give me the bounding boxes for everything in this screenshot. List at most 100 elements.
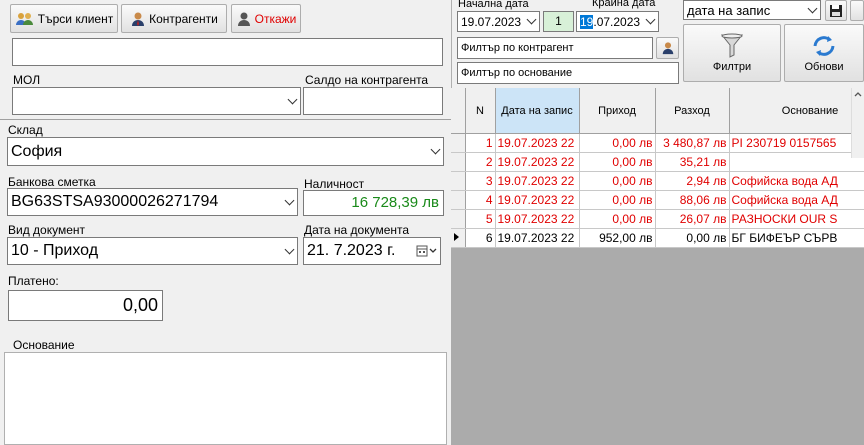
mol-select[interactable] [12, 87, 301, 115]
column-header-income[interactable]: Приход [579, 88, 656, 134]
reason-textarea[interactable] [4, 352, 447, 445]
cell-date[interactable]: 19.07.2023 22 [495, 228, 580, 248]
cell-income[interactable]: 0,00 лв [579, 209, 656, 229]
chevron-down-icon [804, 1, 820, 19]
table-header: N Дата на запис Приход Разход Основание [451, 88, 864, 134]
cell-reason[interactable]: БГ БИФЕЪР СЪРВ [729, 228, 864, 248]
extra-button[interactable] [850, 0, 864, 21]
row-header[interactable] [451, 190, 466, 210]
availability-label: Наличност [304, 177, 365, 191]
cell-expense[interactable]: 26,07 лв [655, 209, 730, 229]
filter-button[interactable]: Филтри [683, 24, 781, 82]
reason-label: Основание [13, 338, 75, 352]
row-header[interactable] [451, 171, 466, 191]
row-header-corner [451, 88, 466, 134]
counterparty-field[interactable] [12, 38, 443, 66]
vertical-scrollbar[interactable] [851, 88, 864, 158]
cell-date[interactable]: 19.07.2023 22 [495, 171, 580, 191]
doc-type-select[interactable]: 10 - Приход [7, 237, 298, 265]
cell-date[interactable]: 19.07.2023 22 [495, 133, 580, 153]
row-header[interactable] [451, 133, 466, 153]
cell-expense[interactable]: 3 480,87 лв [655, 133, 730, 153]
cell-n[interactable]: 6 [465, 228, 496, 248]
bank-account-select[interactable]: BG63STSA93000026271794 [7, 188, 298, 216]
chevron-down-icon [281, 189, 297, 215]
balance-field[interactable] [303, 87, 443, 115]
cell-income[interactable]: 0,00 лв [579, 133, 656, 153]
search-client-label: Търси клиент [37, 11, 114, 26]
warehouse-label: Склад [8, 123, 43, 137]
reason-group: Основание [0, 336, 451, 445]
cell-reason[interactable]: Софийска вода АД [729, 171, 864, 191]
cell-n[interactable]: 2 [465, 152, 496, 172]
row-header[interactable] [451, 209, 466, 229]
column-header-reason[interactable]: Основание [729, 88, 864, 134]
cell-income[interactable]: 0,00 лв [579, 171, 656, 191]
doc-date-label: Дата на документа [304, 223, 410, 237]
end-date-picker[interactable]: 19.07.2023 [576, 11, 659, 32]
availability-value: 16 728,39 лв [351, 194, 439, 211]
row-header[interactable] [451, 152, 466, 172]
cell-reason[interactable]: РАЗНОСКИ OUR S [729, 209, 864, 229]
counterparties-button[interactable]: Контрагенти [121, 4, 227, 33]
cell-expense[interactable]: 35,21 лв [655, 152, 730, 172]
table-row[interactable]: 3 19.07.2023 22 0,00 лв 2,94 лв Софийска вод… [451, 171, 864, 191]
chevron-down-icon [642, 12, 658, 31]
current-row-arrow-icon [454, 233, 459, 241]
column-header-date[interactable]: Дата на запис [495, 88, 580, 134]
counterparty-filter-field[interactable]: Филтър по контрагент [457, 37, 653, 59]
sort-select[interactable]: дата на запис [683, 0, 821, 20]
table-row[interactable]: 6 19.07.2023 22 952,00 лв 0,00 лв БГ БИФЕЪР … [451, 228, 864, 248]
cancel-label: Откажи [254, 11, 297, 26]
start-date-picker[interactable]: 19.07.2023 [457, 11, 540, 32]
warehouse-select[interactable]: София [7, 137, 444, 166]
cell-reason[interactable]: PI 230719 0157565 [729, 133, 864, 153]
cell-income[interactable]: 0,00 лв [579, 190, 656, 210]
paid-value: 0,00 [122, 295, 158, 315]
cancel-button[interactable]: Откажи [231, 4, 301, 33]
chevron-down-icon [523, 12, 539, 31]
end-date-day: 19 [580, 14, 594, 29]
column-header-n[interactable]: N [465, 88, 496, 134]
calendar-dropdown-icon [414, 238, 440, 264]
column-header-expense[interactable]: Разход [655, 88, 730, 134]
paid-field[interactable]: 0,00 [8, 290, 163, 321]
transactions-grid[interactable]: N Дата на запис Приход Разход Основание … [451, 88, 864, 445]
reason-filter-field[interactable]: Филтър по основание [457, 62, 679, 84]
cell-expense[interactable]: 0,00 лв [655, 228, 730, 248]
cell-date[interactable]: 19.07.2023 22 [495, 190, 580, 210]
transactions-table: N Дата на запис Приход Разход Основание … [451, 88, 864, 248]
cell-n[interactable]: 4 [465, 190, 496, 210]
mol-label: МОЛ [13, 73, 41, 87]
bank-account-label: Банкова сметка [8, 175, 96, 189]
refresh-icon [813, 36, 835, 56]
cell-n[interactable]: 1 [465, 133, 496, 153]
cell-income[interactable]: 952,00 лв [579, 228, 656, 248]
search-client-button[interactable]: Търси клиент [10, 4, 118, 33]
table-row[interactable]: 5 19.07.2023 22 0,00 лв 26,07 лв РАЗНОСКИ OU… [451, 209, 864, 229]
cell-expense[interactable]: 2,94 лв [655, 171, 730, 191]
chevron-down-icon [284, 88, 300, 114]
cell-date[interactable]: 19.07.2023 22 [495, 209, 580, 229]
cell-date[interactable]: 19.07.2023 22 [495, 152, 580, 172]
cell-income[interactable]: 0,00 лв [579, 152, 656, 172]
warehouse-value: София [11, 142, 63, 160]
doc-date-value: 21. 7.2023 г. [307, 242, 396, 259]
counterparty-filter-button[interactable] [656, 37, 679, 59]
cell-n[interactable]: 3 [465, 171, 496, 191]
cell-n[interactable]: 5 [465, 209, 496, 229]
person-cancel-icon [237, 12, 250, 26]
current-row-indicator[interactable] [451, 228, 466, 248]
cell-reason[interactable] [729, 152, 864, 172]
cell-reason[interactable]: Софийска вода АД [729, 190, 864, 210]
start-date-value: 19.07.2023 [461, 14, 522, 29]
table-row[interactable]: 1 19.07.2023 22 0,00 лв 3 480,87 лв PI 23071… [451, 133, 864, 153]
cell-expense[interactable]: 88,06 лв [655, 190, 730, 210]
save-button[interactable] [825, 0, 847, 21]
days-field[interactable]: 1 [543, 11, 574, 32]
table-row[interactable]: 2 19.07.2023 22 0,00 лв 35,21 лв [451, 152, 864, 172]
refresh-button[interactable]: Обнови [784, 24, 864, 82]
doc-date-picker[interactable]: 21. 7.2023 г. [303, 237, 441, 265]
table-row[interactable]: 4 19.07.2023 22 0,00 лв 88,06 лв Софийска во… [451, 190, 864, 210]
scroll-up-icon[interactable] [852, 88, 864, 100]
